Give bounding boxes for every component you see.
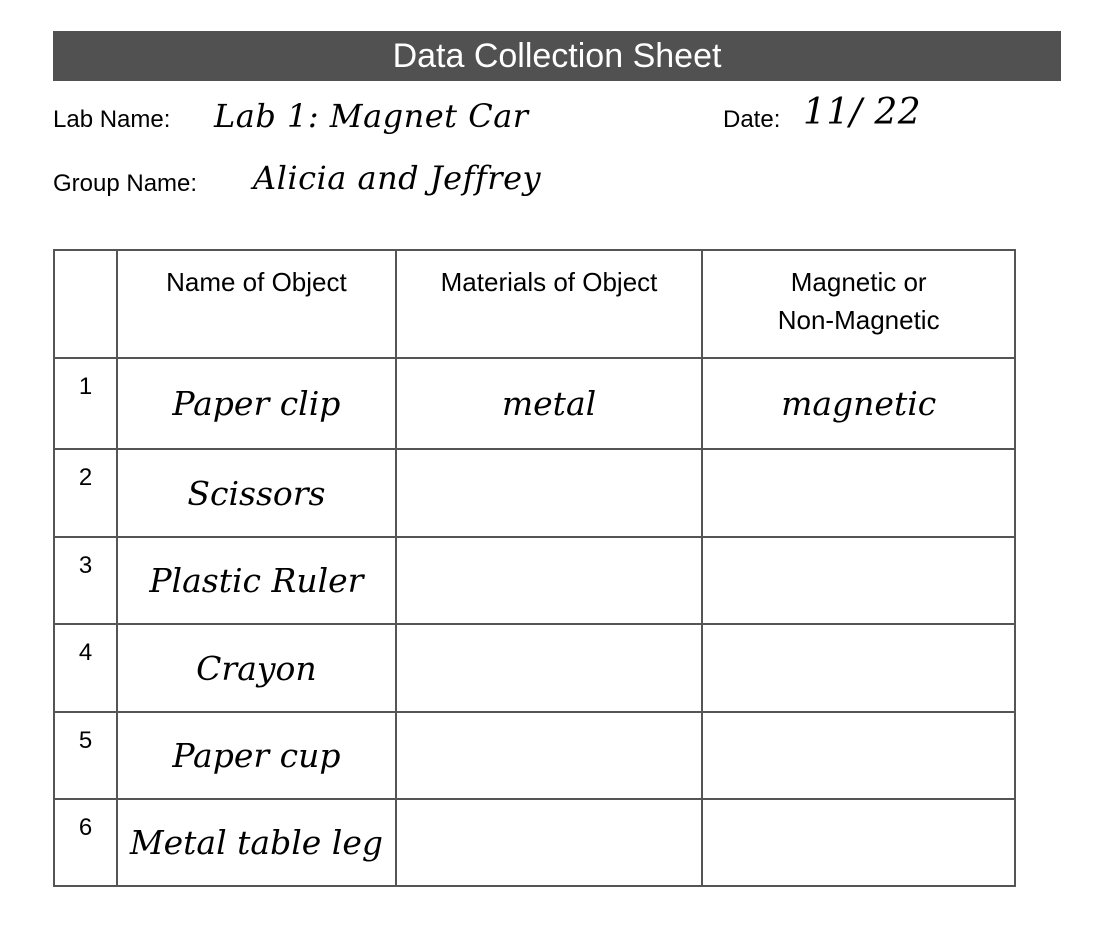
material-cell[interactable]	[394, 623, 704, 713]
table-row: 1 Paper clip metal magnetic	[52, 357, 1016, 450]
row-number: 2	[52, 448, 119, 538]
header-magnetic-line2: Non-Magnetic	[777, 305, 940, 335]
object-name-cell[interactable]: Paper clip	[116, 357, 397, 450]
magnetic-cell[interactable]	[701, 711, 1016, 800]
lab-name-label: Lab Name:	[53, 106, 171, 133]
table-row: 6 Metal table leg	[52, 798, 1016, 887]
group-name-value[interactable]: Alicia and Jeffrey	[253, 160, 541, 196]
material-cell[interactable]	[394, 711, 704, 800]
material-cell[interactable]	[394, 448, 704, 538]
row-number: 6	[52, 798, 119, 887]
magnetic-cell[interactable]: magnetic	[701, 357, 1016, 450]
magnetic-cell[interactable]	[701, 536, 1016, 625]
row-number: 3	[52, 536, 119, 625]
object-name-cell[interactable]: Crayon	[116, 623, 397, 713]
date-label: Date:	[723, 106, 781, 133]
data-table: Name of Object Materials of Object Magne…	[52, 249, 1016, 887]
table-row: 5 Paper cup	[52, 711, 1016, 800]
sheet-title: Data Collection Sheet	[53, 31, 1061, 81]
header-magnetic: Magnetic or Non-Magnetic	[701, 249, 1016, 359]
row-number: 4	[52, 623, 119, 713]
table-row: 3 Plastic Ruler	[52, 536, 1016, 625]
date-value[interactable]: 11/ 22	[803, 95, 921, 131]
object-name-cell[interactable]: Paper cup	[116, 711, 397, 800]
header-row-number	[52, 249, 119, 359]
object-name-cell[interactable]: Metal table leg	[116, 798, 397, 887]
object-name-cell[interactable]: Scissors	[116, 448, 397, 538]
header-materials-of-object: Materials of Object	[394, 249, 704, 359]
table-row: 2 Scissors	[52, 448, 1016, 538]
object-name-cell[interactable]: Plastic Ruler	[116, 536, 397, 625]
material-cell[interactable]	[394, 536, 704, 625]
table-header-row: Name of Object Materials of Object Magne…	[52, 249, 1016, 359]
magnetic-cell[interactable]	[701, 623, 1016, 713]
material-cell[interactable]: metal	[394, 357, 704, 450]
table-row: 4 Crayon	[52, 623, 1016, 713]
header-name-of-object: Name of Object	[116, 249, 397, 359]
header-magnetic-line1: Magnetic or	[790, 267, 927, 297]
group-name-label: Group Name:	[53, 170, 198, 197]
lab-name-value[interactable]: Lab 1: Magnet Car	[214, 98, 529, 134]
row-number: 5	[52, 711, 119, 800]
row-number: 1	[52, 357, 119, 450]
material-cell[interactable]	[394, 798, 704, 887]
magnetic-cell[interactable]	[701, 448, 1016, 538]
magnetic-cell[interactable]	[701, 798, 1016, 887]
